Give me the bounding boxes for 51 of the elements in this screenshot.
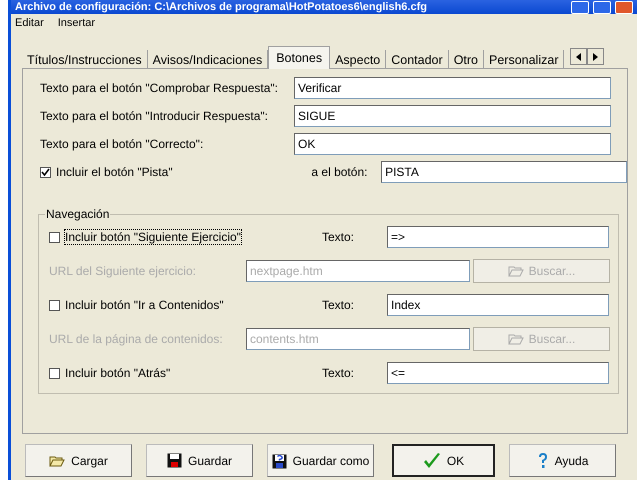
scroll-left-button[interactable] (570, 48, 588, 65)
tab[interactable]: Contador (386, 50, 449, 68)
window-title: Archivo de configuración: C:\Archivos de programa\HotPotatoes6\english6.cfg (15, 1, 428, 13)
input-field[interactable]: Verificar (294, 77, 611, 99)
checkbox[interactable] (40, 166, 51, 178)
folder-icon (508, 265, 524, 277)
checkbox[interactable] (49, 300, 60, 310)
checkbox[interactable] (49, 368, 60, 378)
field-label: Texto: (322, 366, 356, 380)
field-label: Texto: (322, 298, 356, 312)
checkbox-label[interactable]: Incluir el botón "Pista" (56, 165, 173, 179)
menu-item[interactable]: Insertar (58, 17, 96, 33)
dialog-button[interactable]: Guardar (146, 444, 253, 477)
minimize-button[interactable] (571, 0, 589, 14)
field-label: a el botón: (311, 165, 368, 179)
field-label: URL del Siguiente ejercicio: (49, 264, 197, 278)
maximize-button[interactable] (593, 0, 611, 14)
folder-icon (49, 454, 66, 466)
tab[interactable]: Títulos/Instrucciones (22, 50, 148, 68)
input-field[interactable]: SIGUE (294, 105, 611, 127)
field-label: Texto para el botón "Comprobar Respuesta": (40, 81, 279, 95)
close-button[interactable] (615, 0, 633, 14)
group-title: Navegación (45, 207, 110, 221)
input-field[interactable]: OK (294, 133, 611, 155)
triangle-right-icon (591, 52, 600, 62)
tab[interactable]: Botones (268, 46, 330, 69)
checkbox-label[interactable]: Incluir botón "Ir a Contenidos" (65, 298, 224, 312)
tab[interactable]: Personalizar (484, 50, 564, 68)
input-field[interactable]: <= (387, 362, 609, 384)
menu-item[interactable]: Editar (15, 17, 44, 33)
input-field[interactable]: Index (387, 294, 609, 316)
dialog-button[interactable]: OK (392, 444, 495, 477)
scroll-right-button[interactable] (587, 48, 604, 65)
checkbox[interactable] (49, 232, 60, 242)
folder-icon (508, 333, 524, 345)
input-field[interactable]: => (387, 226, 609, 248)
input-field[interactable]: PISTA (381, 161, 627, 183)
dialog-button[interactable]: Guardar como (267, 444, 374, 477)
field-label: Texto para el botón "Correcto": (40, 137, 204, 151)
field-label: Texto: (322, 230, 356, 244)
tab[interactable]: Aspecto (330, 50, 386, 68)
question-mark-icon (536, 452, 549, 470)
checkbox-label[interactable]: Incluir botón "Siguiente Ejercicio" (65, 230, 241, 244)
checkbox-label[interactable]: Incluir botón "Atrás" (65, 366, 170, 380)
triangle-left-icon (574, 52, 584, 62)
dialog-button[interactable]: Ayuda (509, 444, 616, 477)
field-label: URL de la página de contenidos: (49, 332, 224, 346)
tab[interactable]: Otro (448, 50, 484, 68)
checkmark-icon (422, 452, 441, 468)
dialog-button[interactable]: Cargar (25, 444, 132, 477)
field-label: Texto para el botón "Introducir Respuesta": (40, 109, 269, 123)
